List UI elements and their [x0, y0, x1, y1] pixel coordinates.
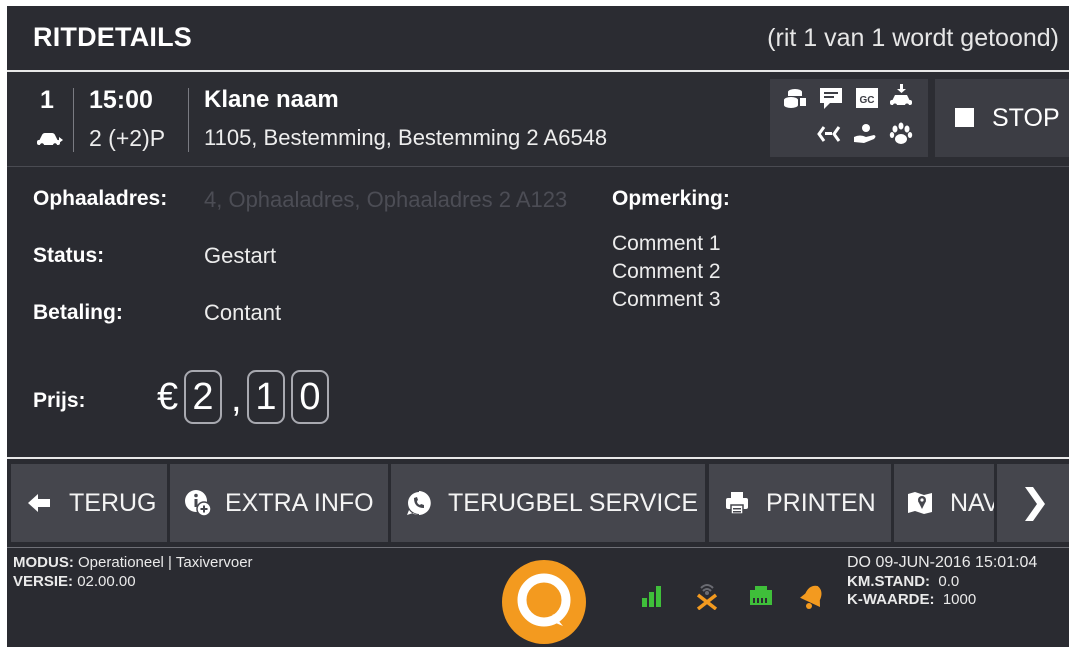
pickup-label: Ophaaladres:: [33, 187, 168, 210]
price-digit: 2: [184, 370, 222, 424]
k-value-info: K-WAARDE: 1000: [847, 591, 976, 608]
mode-value: Operationeel | Taxivervoer: [78, 554, 253, 571]
stop-label: STOP: [992, 104, 1060, 132]
ride-features-panel[interactable]: GC: [770, 79, 928, 157]
comment-line: Comment 1: [612, 232, 721, 255]
k-value: 1000: [942, 591, 977, 608]
payment-label: Betaling:: [33, 301, 123, 324]
chevron-right-icon: [1025, 487, 1045, 521]
callback-icon: [407, 491, 431, 515]
next-button[interactable]: [997, 464, 1069, 542]
version-info: VERSIE: 02.00.00: [13, 573, 136, 590]
payment-value: Contant: [204, 300, 282, 325]
hand-coin-icon: [854, 124, 876, 143]
pickup-address: 4, Ophaaladres, Ophaaladres 2 A123: [204, 187, 568, 212]
km-label: KM.STAND:: [847, 573, 931, 590]
map-icon: [908, 492, 932, 514]
destination-address: 1105, Bestemming, Bestemming 2 A6548: [204, 125, 608, 150]
paw-icon: [889, 122, 913, 144]
info-plus-icon: [185, 490, 212, 517]
stop-icon: [955, 108, 974, 127]
customer-name: Klane naam: [204, 86, 339, 113]
print-label: PRINTEN: [766, 489, 876, 517]
price-digit: 1: [247, 370, 285, 424]
ride-number: 1: [40, 86, 54, 114]
car-download-icon: [890, 84, 912, 108]
navigation-button[interactable]: NAV: [894, 464, 994, 542]
km-value: 0.0: [938, 573, 960, 590]
currency-symbol: €: [157, 376, 179, 418]
version-label: VERSIE:: [13, 573, 74, 590]
ride-details-screen: RITDETAILS (rit 1 van 1 wordt getoond) 1…: [7, 6, 1069, 647]
action-toolbar: TERUG EXTRA INFO TERUGBEL SERVICE PRINTE…: [7, 459, 1069, 545]
comment-line: Comment 3: [612, 288, 721, 311]
divider: [73, 88, 74, 152]
callback-service-label: TERUGBEL SERVICE: [448, 489, 699, 517]
km-info: KM.STAND: 0.0: [847, 573, 959, 590]
version-value: 02.00.00: [77, 573, 136, 590]
header-bar: RITDETAILS (rit 1 van 1 wordt getoond): [7, 6, 1069, 72]
svg-text:GC: GC: [860, 95, 875, 106]
print-button[interactable]: PRINTEN: [709, 464, 891, 542]
stop-button[interactable]: STOP: [935, 79, 1069, 157]
app-logo-icon[interactable]: [501, 559, 587, 645]
printer-icon: [726, 492, 748, 515]
ride-details-panel: Ophaaladres: 4, Ophaaladres, Ophaaladres…: [7, 167, 1069, 459]
gc-badge-icon: GC: [856, 88, 878, 108]
network-icon: [750, 586, 772, 605]
mode-label: MODUS:: [13, 554, 74, 571]
back-button[interactable]: TERUG: [11, 464, 167, 542]
extra-info-button[interactable]: EXTRA INFO: [170, 464, 388, 542]
transfer-arrows-icon: [817, 126, 841, 142]
ride-count-indicator: (rit 1 van 1 wordt getoond): [767, 24, 1059, 52]
car-icon: [37, 133, 63, 148]
page-title: RITDETAILS: [33, 22, 192, 52]
status-label: Status:: [33, 244, 105, 267]
divider: [188, 88, 189, 152]
coins-icon: [784, 89, 806, 108]
price-digit: 0: [291, 370, 329, 424]
mode-info: MODUS: Operationeel | Taxivervoer: [13, 554, 253, 571]
passenger-count: 2 (+2)P: [89, 125, 166, 151]
navigation-label: NAV: [950, 489, 994, 517]
comment-line: Comment 2: [612, 260, 721, 283]
date-time: DO 09-JUN-2016 15:01:04: [847, 554, 1038, 571]
gps-disconnected-icon: [696, 584, 718, 610]
arrow-left-icon: [28, 494, 50, 512]
price-label: Prijs:: [33, 389, 86, 412]
status-value: Gestart: [204, 243, 277, 268]
message-icon: [820, 88, 842, 109]
ride-time: 15:00: [89, 86, 153, 114]
bell-icon[interactable]: [799, 582, 827, 610]
decimal-separator: ,: [231, 378, 242, 420]
ride-summary-row[interactable]: 1 15:00 2 (+2)P Klane naam 1105, Bestemm…: [7, 72, 1069, 167]
k-label: K-WAARDE:: [847, 591, 935, 608]
extra-info-label: EXTRA INFO: [225, 489, 374, 517]
signal-strength-icon: [642, 586, 661, 607]
status-bar: MODUS: Operationeel | Taxivervoer VERSIE…: [7, 547, 1069, 647]
back-label: TERUG: [69, 489, 157, 517]
remark-label: Opmerking:: [612, 187, 730, 210]
callback-service-button[interactable]: TERUGBEL SERVICE: [391, 464, 705, 542]
